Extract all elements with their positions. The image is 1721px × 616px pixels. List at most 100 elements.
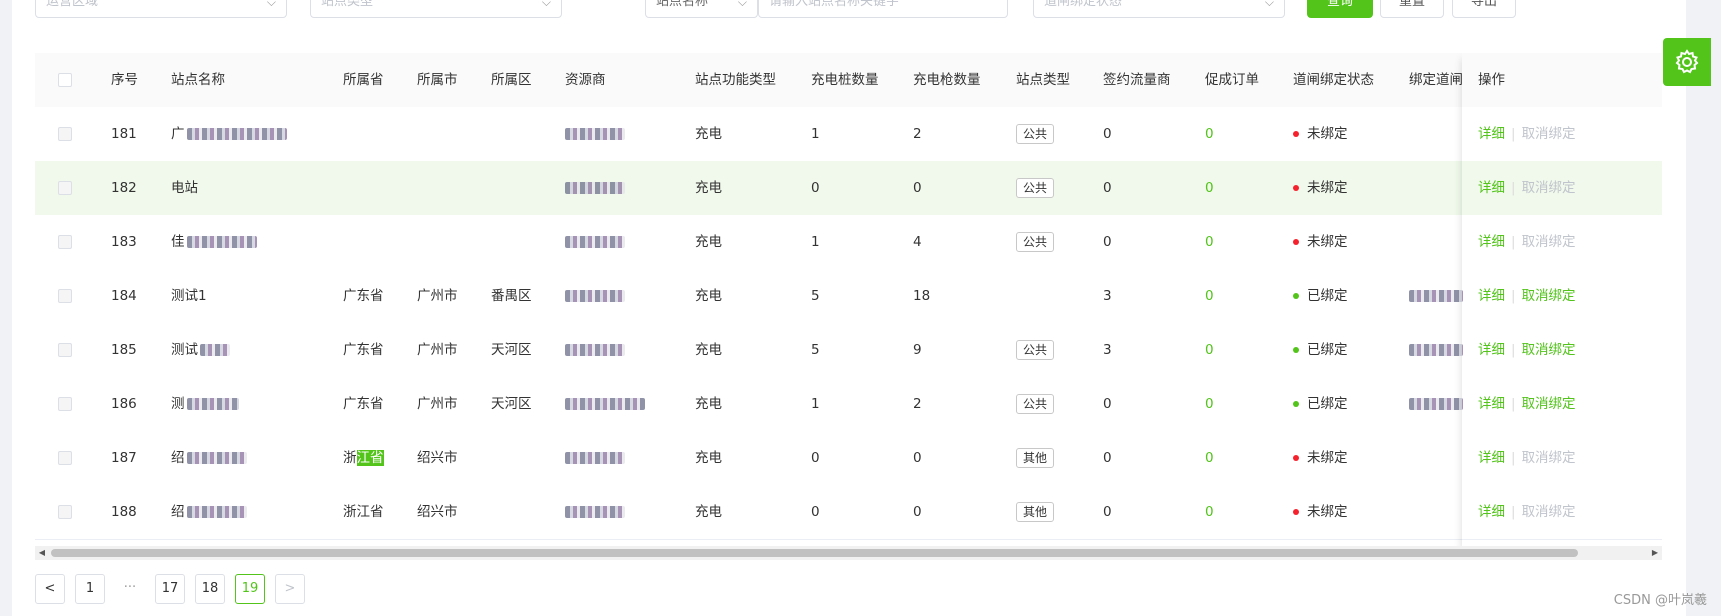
horizontal-scrollbar[interactable]: ◀ ▶ <box>35 546 1662 560</box>
row-orders[interactable]: 0 <box>1205 107 1214 161</box>
row-gate-status: 未绑定 <box>1293 107 1348 161</box>
station-type-tag: 公共 <box>1016 232 1055 252</box>
prev-page-button[interactable]: < <box>35 574 65 604</box>
unbind-link[interactable]: 取消绑定 <box>1522 180 1576 196</box>
row-orders[interactable]: 0 <box>1205 215 1214 269</box>
watermark: CSDN @叶岚羲 <box>1613 593 1707 608</box>
unbind-link[interactable]: 取消绑定 <box>1522 234 1576 250</box>
unbind-link[interactable]: 取消绑定 <box>1522 342 1576 358</box>
row-orders[interactable]: 0 <box>1205 377 1214 431</box>
status-dot <box>1293 293 1299 299</box>
keyword-input-placeholder: 请输入站点名称关键字 <box>769 0 900 9</box>
unbind-link[interactable]: 取消绑定 <box>1522 450 1576 466</box>
table-row[interactable]: 186 测 广东省 广州市 天河区 充电 1 2 公共 0 0 已绑定 详细 | 取消绑定 <box>35 377 1662 432</box>
gate-status-select[interactable]: 道闸绑定状态 ⌵ <box>1033 0 1285 18</box>
row-city: 绍兴市 <box>417 450 458 466</box>
page-1-button[interactable]: 1 <box>75 574 105 604</box>
unbind-link[interactable]: 取消绑定 <box>1522 288 1576 304</box>
row-orders[interactable]: 0 <box>1205 323 1214 377</box>
page-17-button[interactable]: 17 <box>155 574 185 604</box>
station-name-text: 电站 <box>171 180 198 196</box>
page-19-button[interactable]: 19 <box>235 574 265 604</box>
table-row[interactable]: 187 绍 浙江省 绍兴市 充电 0 0 其他 0 0 未绑定 详细 | 取消绑定 <box>35 431 1662 486</box>
row-district: 番禺区 <box>491 288 532 304</box>
row-actions: 详细 | 取消绑定 <box>1478 107 1662 161</box>
col-guns: 充电枪数量 <box>913 72 981 88</box>
redacted-text <box>565 344 625 356</box>
row-actions: 详细 | 取消绑定 <box>1478 431 1662 485</box>
detail-link[interactable]: 详细 <box>1478 126 1505 142</box>
detail-link[interactable]: 详细 <box>1478 342 1505 358</box>
row-orders[interactable]: 0 <box>1205 161 1214 215</box>
settings-button[interactable] <box>1663 38 1711 86</box>
table-row[interactable]: 182 电站 充电 0 0 公共 0 0 未绑定 详细 | 取消绑定 <box>35 161 1662 216</box>
action-divider: | <box>1511 180 1516 196</box>
row-gate-status: 已绑定 <box>1293 323 1348 377</box>
row-resource <box>565 485 625 539</box>
table-row[interactable]: 181 广 充电 1 2 公共 0 0 未绑定 详细 | 取消绑定 <box>35 107 1662 162</box>
region-select-placeholder: 运营区域 <box>46 0 99 9</box>
detail-link[interactable]: 详细 <box>1478 288 1505 304</box>
row-checkbox[interactable] <box>58 397 72 411</box>
scroll-right-icon[interactable]: ▶ <box>1648 546 1662 560</box>
row-orders[interactable]: 0 <box>1205 269 1214 323</box>
row-traffic: 0 <box>1103 126 1112 142</box>
table-row[interactable]: 185 测试 广东省 广州市 天河区 充电 5 9 公共 3 0 已绑定 详细 | 取消绑定 <box>35 323 1662 378</box>
redacted-text <box>186 236 257 248</box>
row-function: 充电 <box>695 126 722 142</box>
region-select[interactable]: 运营区域 ⌵ <box>35 0 287 18</box>
scroll-left-icon[interactable]: ◀ <box>35 546 49 560</box>
detail-link[interactable]: 详细 <box>1478 450 1505 466</box>
station-type-tag: 其他 <box>1016 502 1055 522</box>
row-checkbox[interactable] <box>58 181 72 195</box>
row-traffic: 0 <box>1103 180 1112 196</box>
row-city: 广州市 <box>417 342 458 358</box>
redacted-text <box>200 344 230 356</box>
search-field-select[interactable]: 站点名称 ⌵ <box>645 0 758 18</box>
page-18-button[interactable]: 18 <box>195 574 225 604</box>
row-checkbox[interactable] <box>58 235 72 249</box>
detail-link[interactable]: 详细 <box>1478 504 1505 520</box>
row-orders[interactable]: 0 <box>1205 431 1214 485</box>
query-button[interactable]: 查询 <box>1307 0 1373 18</box>
col-province: 所属省 <box>343 72 384 88</box>
chevron-right-icon: > <box>284 581 296 596</box>
unbind-link[interactable]: 取消绑定 <box>1522 396 1576 412</box>
keyword-input[interactable]: 请输入站点名称关键字 <box>758 0 1008 18</box>
row-traffic: 0 <box>1103 450 1112 466</box>
unbind-link[interactable]: 取消绑定 <box>1522 126 1576 142</box>
redacted-text <box>1409 344 1463 356</box>
row-seq: 183 <box>111 234 137 250</box>
row-function: 充电 <box>695 396 722 412</box>
table-row[interactable]: 183 佳 充电 1 4 公共 0 0 未绑定 详细 | 取消绑定 <box>35 215 1662 270</box>
table-row[interactable]: 188 绍 浙江省 绍兴市 充电 0 0 其他 0 0 未绑定 详细 | 取消绑定 <box>35 485 1662 540</box>
row-checkbox[interactable] <box>58 343 72 357</box>
row-checkbox[interactable] <box>58 289 72 303</box>
row-function: 充电 <box>695 342 722 358</box>
detail-link[interactable]: 详细 <box>1478 180 1505 196</box>
row-station-type: 公共 <box>1016 161 1055 215</box>
pagination-ellipsis[interactable]: ··· <box>115 574 145 604</box>
station-type-select[interactable]: 站点类型 ⌵ <box>310 0 562 18</box>
next-page-button[interactable]: > <box>275 574 305 604</box>
table-row[interactable]: 184 测试1 广东省 广州市 番禺区 充电 5 18 3 0 已绑定 详细 | 取消绑定 <box>35 269 1662 324</box>
row-guns: 0 <box>913 180 922 196</box>
row-orders[interactable]: 0 <box>1205 485 1214 539</box>
row-checkbox[interactable] <box>58 127 72 141</box>
select-all-checkbox[interactable] <box>58 73 72 87</box>
status-text: 未绑定 <box>1307 234 1348 250</box>
province-text: 浙江省 <box>343 504 384 520</box>
col-bound-gate: 绑定道闸 <box>1409 72 1463 88</box>
row-gate-status: 未绑定 <box>1293 485 1348 539</box>
scrollbar-thumb[interactable] <box>51 549 1578 557</box>
detail-link[interactable]: 详细 <box>1478 234 1505 250</box>
row-station-name: 测试1 <box>171 269 207 323</box>
row-checkbox[interactable] <box>58 505 72 519</box>
reset-button[interactable]: 重置 <box>1380 0 1444 18</box>
unbind-link[interactable]: 取消绑定 <box>1522 504 1576 520</box>
export-button[interactable]: 导出 <box>1452 0 1516 18</box>
row-district: 天河区 <box>491 342 532 358</box>
row-checkbox[interactable] <box>58 451 72 465</box>
row-actions: 详细 | 取消绑定 <box>1478 323 1662 377</box>
detail-link[interactable]: 详细 <box>1478 396 1505 412</box>
